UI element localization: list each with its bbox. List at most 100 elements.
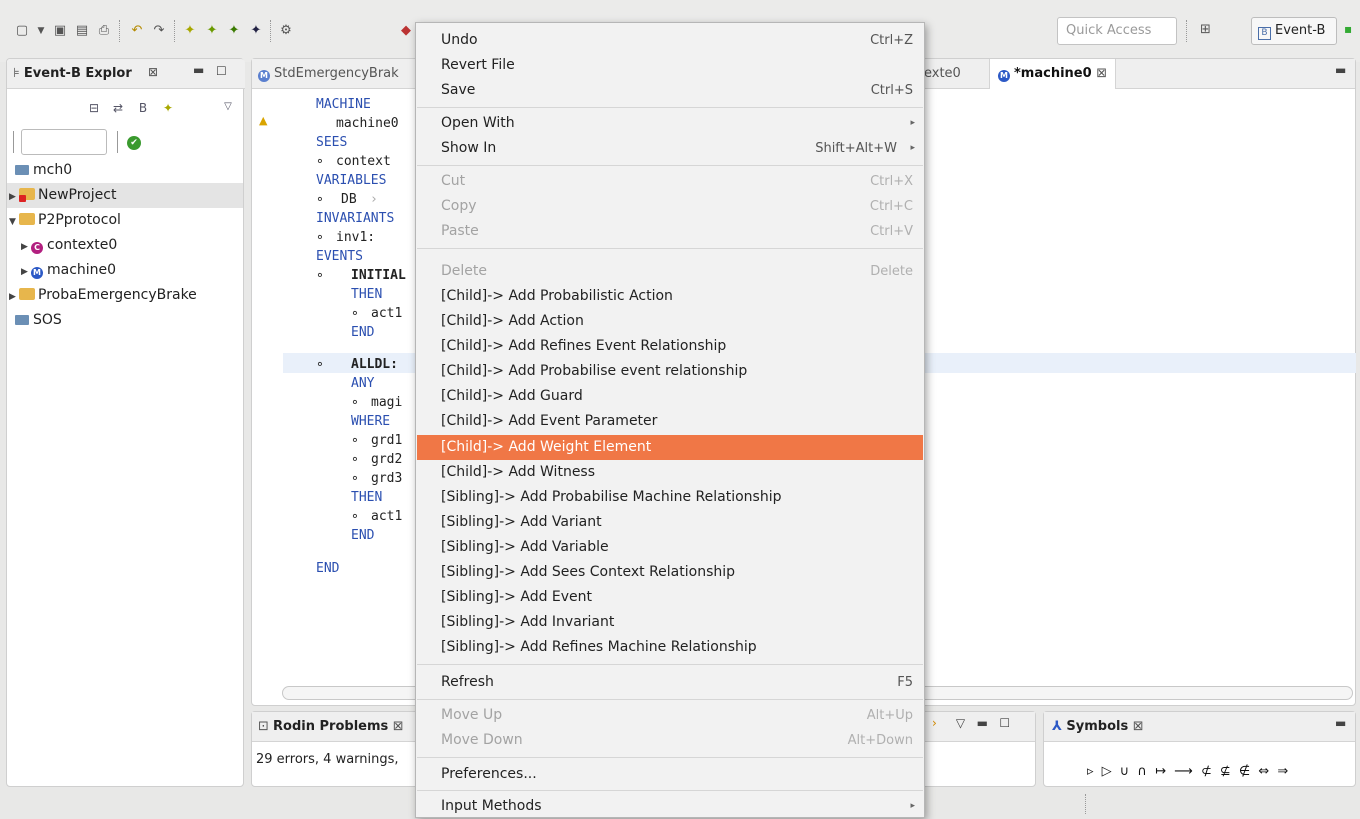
new-project-icon[interactable]: ✦ (182, 23, 198, 39)
undo-icon[interactable]: ↶ (129, 23, 145, 39)
code-keyword: END (351, 528, 375, 543)
tab-contexte0[interactable]: exte0 (924, 59, 961, 89)
expand-arrow-icon[interactable]: ▶ (9, 285, 19, 310)
close-icon[interactable]: ⊠ (1133, 719, 1144, 734)
collapse-all-icon[interactable]: ⊟ (85, 101, 103, 119)
menu-item-add-refines-machine[interactable]: [Sibling]-> Add Refines Machine Relation… (417, 635, 923, 660)
code-invariant[interactable]: inv1: (336, 228, 375, 247)
minimize-icon[interactable]: ▬ (193, 63, 204, 77)
maximize-icon[interactable]: ☐ (999, 716, 1010, 730)
new-b-icon[interactable]: B (134, 101, 152, 119)
print-icon[interactable]: ⎙ (96, 23, 112, 39)
run-icon[interactable]: ◆ (398, 23, 414, 39)
tree-item-newproject[interactable]: ▶ NewProject (7, 183, 243, 208)
redo-icon[interactable]: ↷ (151, 23, 167, 39)
view-menu-icon[interactable]: ▽ (956, 716, 965, 730)
menu-item-add-probabilise-event[interactable]: [Child]-> Add Probabilise event relation… (417, 359, 923, 384)
expand-arrow-icon[interactable]: ▶ (21, 235, 31, 260)
menu-item-add-invariant[interactable]: [Sibling]-> Add Invariant (417, 610, 923, 635)
menu-item-cut[interactable]: Cut Ctrl+X (417, 169, 923, 194)
new-icon[interactable]: ▢ (14, 23, 30, 39)
close-icon[interactable]: ⊠ (393, 719, 404, 734)
code-sees-item[interactable]: context (336, 152, 391, 171)
menu-item-add-witness[interactable]: [Child]-> Add Witness (417, 460, 923, 485)
menu-item-add-event[interactable]: [Sibling]-> Add Event (417, 585, 923, 610)
code-guard[interactable]: grd1 (371, 431, 402, 450)
code-guard[interactable]: grd2 (371, 450, 402, 469)
new-component-icon[interactable]: ✦ (204, 23, 220, 39)
menu-item-open-with[interactable]: Open With ▸ (417, 111, 923, 136)
menu-item-add-weight-element[interactable]: [Child]-> Add Weight Element (417, 435, 923, 460)
menu-item-revert-file[interactable]: Revert File (417, 53, 923, 78)
dropdown-icon[interactable]: ▼ (33, 23, 49, 39)
symbol-buttons-row[interactable]: ▹ ▷ ∪ ∩ ↦ ⟶ ⊄ ⊈ ∉ ⇔ ⇒ (1087, 764, 1290, 779)
quick-access-input[interactable]: Quick Access (1057, 17, 1177, 45)
minimize-icon[interactable]: ▬ (977, 716, 988, 730)
tree-item-mch0[interactable]: mch0 (7, 158, 243, 183)
menu-item-input-methods[interactable]: Input Methods ▸ (417, 794, 923, 819)
menu-item-move-up[interactable]: Move Up Alt+Up (417, 703, 923, 728)
code-event-name[interactable]: INITIAL (351, 266, 406, 285)
code-bullet: ∘ (351, 395, 359, 410)
menu-item-add-probabilise-machine[interactable]: [Sibling]-> Add Probabilise Machine Rela… (417, 485, 923, 510)
symbols-tab[interactable]: ⅄ Symbols ⊠ ▬ (1044, 712, 1355, 742)
code-guard[interactable]: grd3 (371, 469, 402, 488)
code-parameter[interactable]: magi (371, 393, 402, 412)
chevron-right-icon[interactable]: › (932, 716, 937, 730)
menu-item-refresh[interactable]: Refresh F5 (417, 670, 923, 695)
tree-item-contexte0[interactable]: ▶ Ccontexte0 (7, 233, 243, 258)
menu-item-add-probabilistic-action[interactable]: [Child]-> Add Probabilistic Action (417, 284, 923, 309)
menu-item-move-down[interactable]: Move Down Alt+Down (417, 728, 923, 753)
menu-item-add-action[interactable]: [Child]-> Add Action (417, 309, 923, 334)
menu-item-delete[interactable]: Delete Delete (417, 259, 923, 284)
new-event-icon[interactable]: ✦ (248, 23, 264, 39)
tree-item-p2pprotocol[interactable]: ▼ P2Pprotocol (7, 208, 243, 233)
new-item-icon[interactable]: ✦ (159, 101, 177, 119)
save-icon[interactable]: ▣ (52, 23, 68, 39)
menu-item-show-in[interactable]: Show In Shift+Alt+W ▸ (417, 136, 923, 161)
code-action[interactable]: act1 (371, 507, 402, 526)
menu-item-add-variable[interactable]: [Sibling]-> Add Variable (417, 535, 923, 560)
tree-item-machine0[interactable]: ▶ Mmachine0 (7, 258, 243, 283)
explorer-tab[interactable]: ⊧ Event-B Explor ⊠ ▬ ☐ (7, 59, 245, 89)
prove-icon[interactable]: ⚙ (278, 23, 294, 39)
next-perspective-icon[interactable]: ▪ (1344, 22, 1358, 40)
close-tab-icon[interactable]: ⊠ (1096, 66, 1107, 81)
tree-item-sos[interactable]: SOS (7, 308, 243, 333)
menu-item-preferences[interactable]: Preferences... (417, 762, 923, 787)
symbols-title: Symbols (1066, 719, 1129, 734)
tree-item-probaemergencybrake[interactable]: ▶ ProbaEmergencyBrake (7, 283, 243, 308)
menu-item-save[interactable]: Save Ctrl+S (417, 78, 923, 103)
expand-arrow-icon[interactable]: ▶ (21, 260, 31, 285)
minimize-icon[interactable]: ▬ (1335, 63, 1346, 77)
collapse-arrow-icon[interactable]: ▼ (9, 210, 19, 235)
menu-separator (417, 248, 923, 249)
menu-item-add-event-parameter[interactable]: [Child]-> Add Event Parameter (417, 409, 923, 434)
code-bullet: ∘ (351, 509, 359, 524)
menu-item-add-refines-event[interactable]: [Child]-> Add Refines Event Relationship (417, 334, 923, 359)
open-perspective-icon[interactable]: ⊞ (1200, 22, 1218, 40)
tab-machine0[interactable]: M *machine0 ⊠ (989, 59, 1117, 89)
filter-divider (13, 131, 15, 153)
menu-item-undo[interactable]: Undo Ctrl+Z (417, 28, 923, 53)
view-menu-icon[interactable]: ▽ (219, 101, 237, 119)
menu-item-add-sees-context[interactable]: [Sibling]-> Add Sees Context Relationshi… (417, 560, 923, 585)
link-editor-icon[interactable]: ⇄ (109, 101, 127, 119)
filter-input[interactable] (21, 129, 107, 155)
perspective-eventb-button[interactable]: B Event-B (1251, 17, 1337, 45)
code-variable[interactable]: DB (341, 190, 357, 209)
menu-item-add-guard[interactable]: [Child]-> Add Guard (417, 384, 923, 409)
code-action[interactable]: act1 (371, 304, 402, 323)
close-icon[interactable]: ⊠ (148, 65, 158, 79)
minimize-icon[interactable]: ▬ (1335, 716, 1346, 730)
code-machine-name[interactable]: machine0 (336, 114, 399, 133)
code-event-name[interactable]: ALLDL: (351, 355, 398, 374)
menu-item-add-variant[interactable]: [Sibling]-> Add Variant (417, 510, 923, 535)
menu-item-copy[interactable]: Copy Ctrl+C (417, 194, 923, 219)
save-all-icon[interactable]: ▤ (74, 23, 90, 39)
expand-arrow-icon[interactable]: ▶ (9, 185, 19, 210)
maximize-icon[interactable]: ☐ (216, 64, 227, 78)
menu-item-paste[interactable]: Paste Ctrl+V (417, 219, 923, 244)
new-element-icon[interactable]: ✦ (226, 23, 242, 39)
tab-stdemergencybrake[interactable]: M StdEmergencyBrak (258, 59, 399, 89)
